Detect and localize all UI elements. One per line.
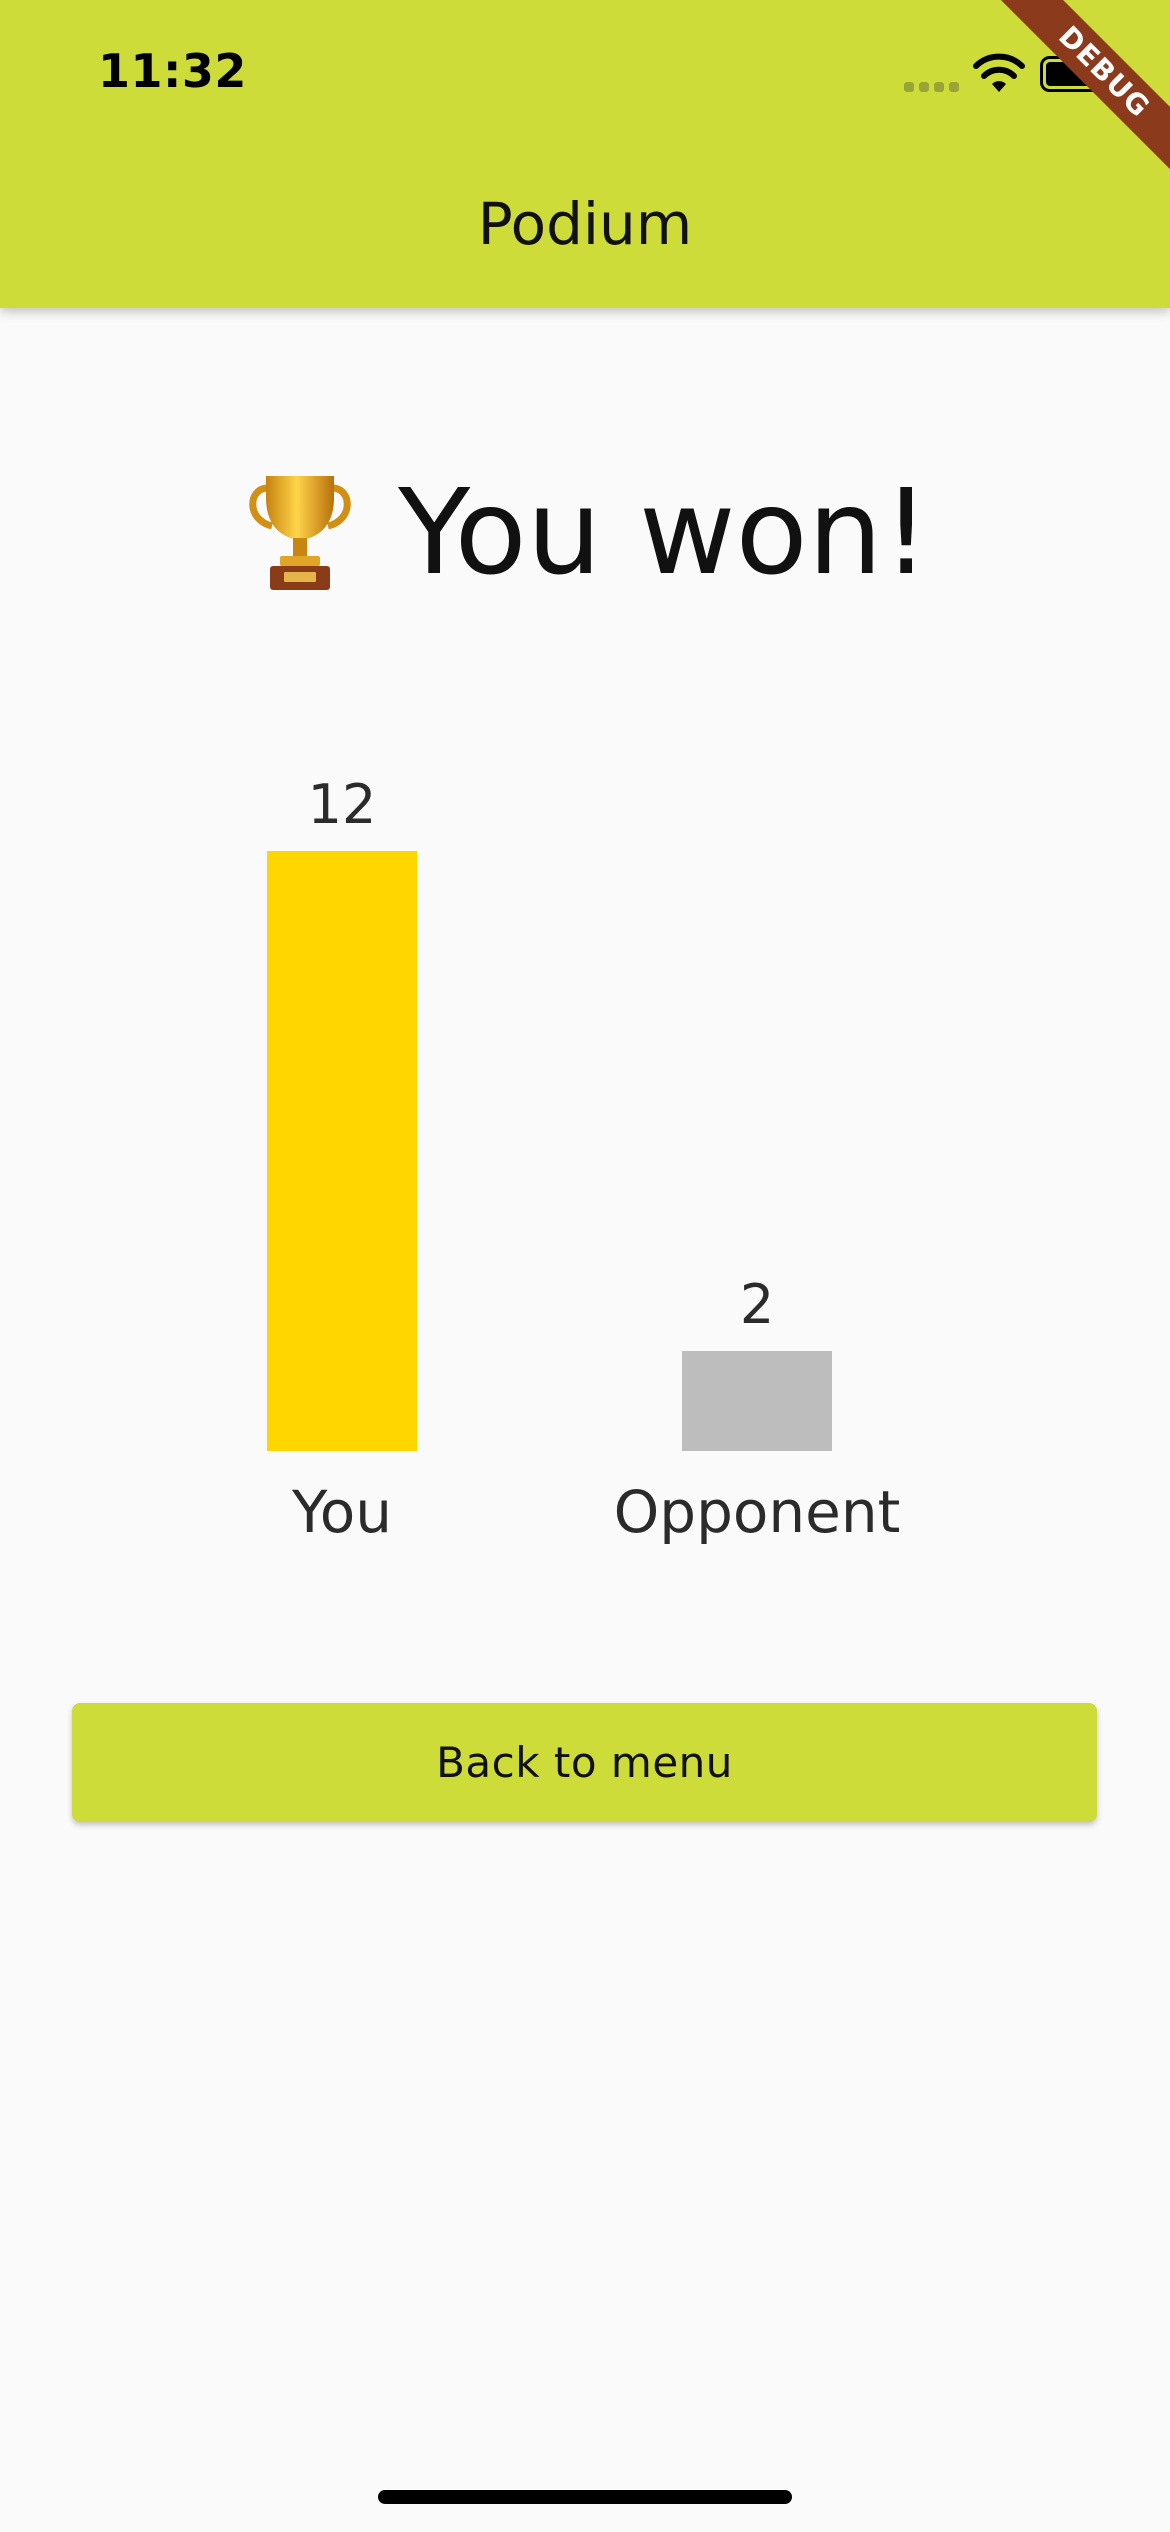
cellular-signal-icon	[904, 82, 959, 92]
battery-icon	[1040, 56, 1109, 92]
page-title: Podium	[477, 190, 693, 258]
result-headline: You won!	[0, 462, 1170, 602]
category-label-you: You	[292, 1478, 392, 1546]
bar-opponent	[682, 1351, 832, 1451]
bar-you	[267, 851, 417, 1451]
wifi-icon	[973, 53, 1025, 92]
result-text: You won!	[398, 463, 930, 601]
status-time: 11:32	[98, 44, 247, 98]
back-to-menu-button[interactable]: Back to menu	[72, 1703, 1097, 1822]
value-label-opponent: 2	[739, 1273, 775, 1336]
home-indicator	[378, 2490, 792, 2504]
category-label-opponent: Opponent	[613, 1478, 901, 1546]
trophy-icon	[249, 476, 351, 590]
value-label-you: 12	[307, 773, 377, 836]
app-bar: 11:32 Podium	[0, 0, 1170, 308]
